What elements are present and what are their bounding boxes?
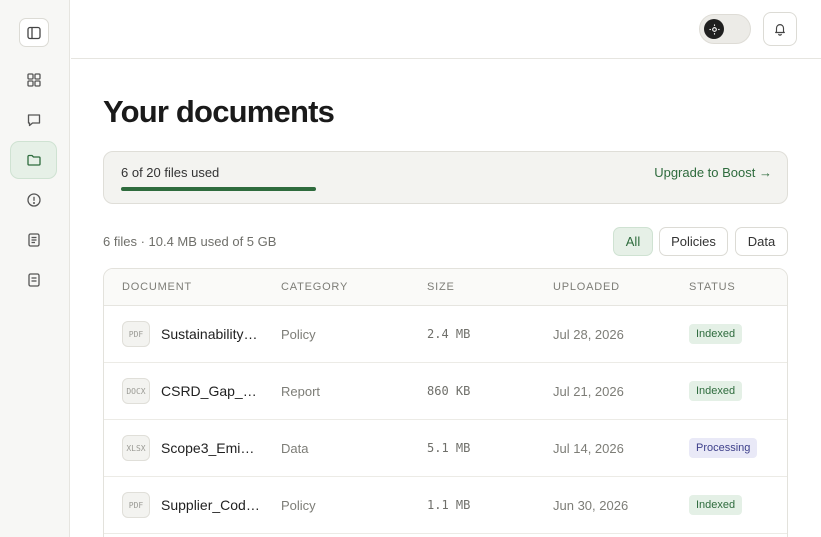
- theme-toggle[interactable]: [699, 14, 751, 44]
- column-header-status[interactable]: STATUS: [689, 281, 736, 293]
- filter-all[interactable]: All: [613, 227, 653, 256]
- sidebar-item-chat[interactable]: [10, 101, 57, 139]
- file-type-icon: DOCX: [122, 378, 150, 404]
- table-row[interactable]: XLSX Scope3_Emis… Data 5.1 MB Jul 14, 20…: [104, 420, 787, 477]
- file-uploaded: Jul 21, 2026: [553, 384, 624, 399]
- sidebar-toggle-button[interactable]: [19, 18, 49, 47]
- file-name[interactable]: Supplier_Cod…: [161, 497, 261, 513]
- top-bar: [71, 0, 821, 59]
- sidebar-item-exports[interactable]: [10, 261, 57, 299]
- status-badge: Indexed: [689, 324, 743, 344]
- table-row[interactable]: PDF Sustainability… Policy 2.4 MB Jul 28…: [104, 306, 787, 363]
- usage-progress-fill: [121, 187, 316, 191]
- sidebar-item-dashboard[interactable]: [10, 61, 57, 99]
- file-category: Report: [281, 384, 321, 399]
- usage-text: 6 of 20 files used: [121, 165, 220, 180]
- grid-icon: [26, 73, 41, 87]
- folder-icon: [26, 154, 41, 166]
- documents-table: DOCUMENT CATEGORY SIZE UPLOADED STATUS P…: [103, 268, 788, 537]
- report-icon: [27, 273, 40, 287]
- bell-icon: [775, 24, 785, 36]
- file-uploaded: Jun 30, 2026: [553, 498, 629, 513]
- sidebar-item-reports[interactable]: [10, 221, 57, 259]
- notifications-button[interactable]: [763, 12, 797, 46]
- table-row[interactable]: PDF Supplier_Cod… Policy 1.1 MB Jun 30, …: [104, 477, 787, 534]
- chat-icon: [27, 114, 40, 127]
- sidebar: [0, 0, 70, 537]
- table-row[interactable]: DOCX CSRD_Gap_A… Report 860 KB Jul 21, 2…: [104, 363, 787, 420]
- filter-data[interactable]: Data: [735, 227, 788, 256]
- file-name[interactable]: Sustainability…: [161, 326, 261, 342]
- file-size: 860 KB: [427, 384, 471, 398]
- alert-icon: [26, 193, 41, 207]
- file-name[interactable]: CSRD_Gap_A…: [161, 383, 261, 399]
- file-type-icon: PDF: [122, 321, 150, 347]
- filter-policies[interactable]: Policies: [659, 227, 728, 256]
- file-category: Data: [281, 441, 309, 456]
- sidebar-toggle-icon: [27, 26, 41, 39]
- storage-summary: 6 files · 10.4 MB used of 5 GB: [103, 234, 277, 249]
- file-size: 5.1 MB: [427, 441, 471, 455]
- sun-icon: [704, 19, 724, 39]
- page-title: Your documents: [103, 94, 335, 129]
- usage-card: 6 of 20 files used Upgrade to Boost →: [103, 151, 788, 204]
- table-header: DOCUMENT CATEGORY SIZE UPLOADED STATUS: [104, 269, 787, 306]
- document-icon: [27, 233, 40, 247]
- file-type-icon: PDF: [122, 492, 150, 518]
- file-name[interactable]: Scope3_Emis…: [161, 440, 261, 456]
- file-category: Policy: [281, 327, 316, 342]
- column-header-category[interactable]: CATEGORY: [281, 281, 348, 293]
- file-size: 2.4 MB: [427, 327, 471, 341]
- column-header-uploaded[interactable]: UPLOADED: [553, 281, 620, 293]
- file-category: Policy: [281, 498, 316, 513]
- file-uploaded: Jul 14, 2026: [553, 441, 624, 456]
- usage-progress-track: [121, 187, 701, 191]
- column-header-document[interactable]: DOCUMENT: [122, 281, 192, 293]
- sidebar-item-alerts[interactable]: [10, 181, 57, 219]
- status-badge: Indexed: [689, 495, 743, 515]
- status-badge: Indexed: [689, 381, 743, 401]
- column-header-size[interactable]: SIZE: [427, 281, 455, 293]
- file-size: 1.1 MB: [427, 498, 471, 512]
- file-uploaded: Jul 28, 2026: [553, 327, 624, 342]
- sidebar-item-documents[interactable]: [10, 141, 57, 179]
- status-badge: Processing: [689, 438, 758, 458]
- file-type-icon: XLSX: [122, 435, 150, 461]
- upgrade-link[interactable]: Upgrade to Boost →: [654, 165, 772, 180]
